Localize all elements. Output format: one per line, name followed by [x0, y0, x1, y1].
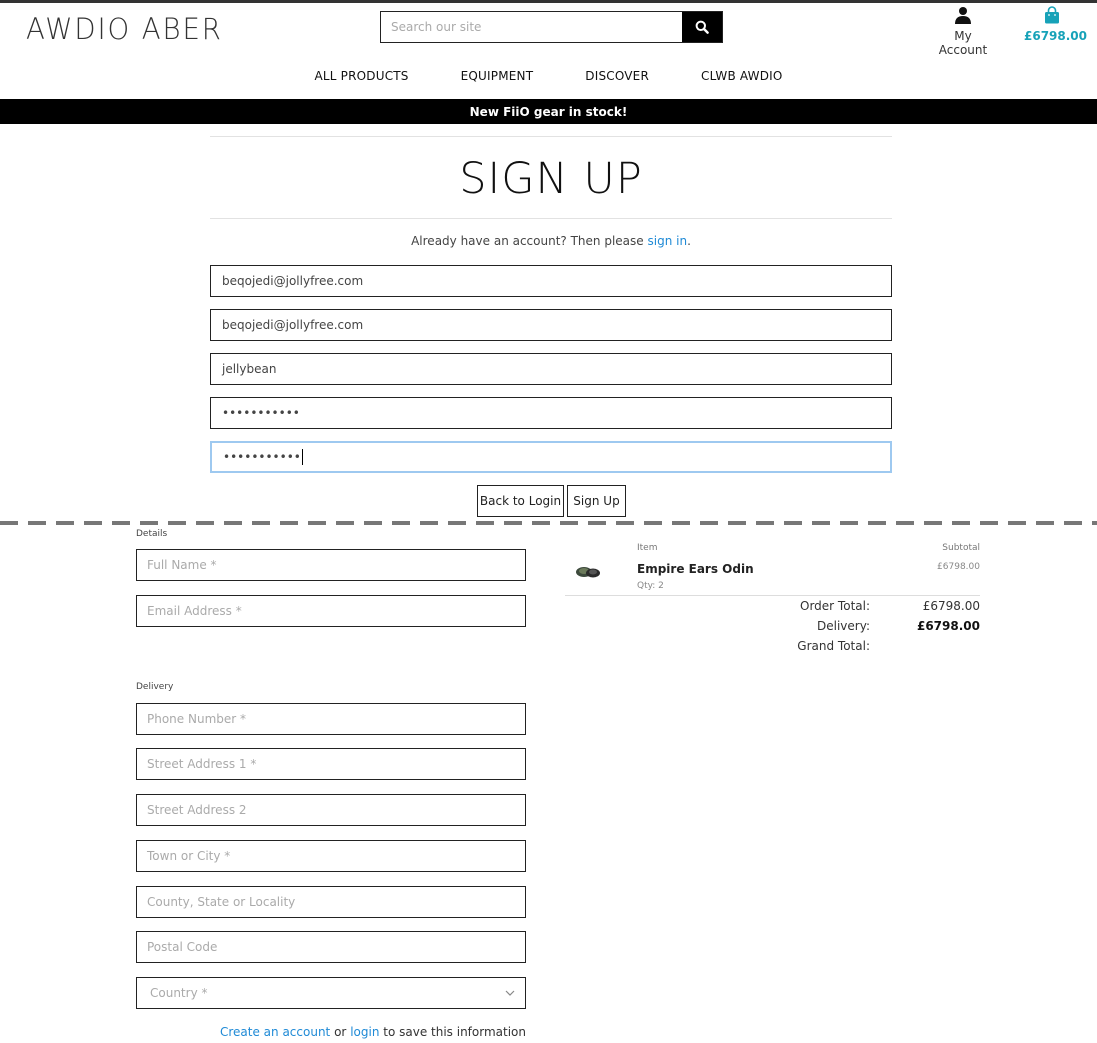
phone-number-field[interactable]: Phone Number *: [136, 703, 526, 735]
save-info-rest: to save this information: [383, 1025, 526, 1039]
username-field[interactable]: jellybean: [210, 353, 892, 385]
email-confirm-value: beqojedi@jollyfree.com: [222, 318, 364, 332]
county-placeholder: County, State or Locality: [147, 895, 296, 909]
sign-in-prompt: Already have an account? Then please sig…: [210, 234, 892, 248]
shopping-bag-link[interactable]: £6798.00: [1024, 6, 1088, 43]
email-value: beqojedi@jollyfree.com: [222, 274, 364, 288]
password-confirm-field[interactable]: •••••••••••: [210, 441, 892, 473]
item-column-header: Item: [637, 543, 658, 553]
sign-up-label: Sign Up: [573, 494, 620, 508]
subtotal-column-header: Subtotal: [942, 543, 980, 553]
save-info-or: or: [334, 1025, 347, 1039]
password-confirm-value: •••••••••••: [223, 450, 301, 464]
summary-divider: [565, 595, 980, 596]
nav-discover[interactable]: DISCOVER: [585, 69, 649, 83]
main-nav: ALL PRODUCTS EQUIPMENT DISCOVER CLWB AWD…: [0, 69, 1097, 83]
my-account-label: My Account: [938, 29, 988, 57]
promo-banner: New FiiO gear in stock!: [0, 99, 1097, 124]
top-border: [0, 0, 1097, 3]
email-field[interactable]: beqojedi@jollyfree.com: [210, 265, 892, 297]
sign-up-button[interactable]: Sign Up: [567, 485, 626, 517]
site-logo[interactable]: AWDIO ABER: [26, 12, 223, 46]
email-address-field[interactable]: Email Address *: [136, 595, 526, 627]
text-caret: [301, 449, 303, 465]
bag-total: £6798.00: [1024, 29, 1088, 43]
delivery-cost-label: Delivery:: [817, 619, 870, 633]
email-confirm-field[interactable]: beqojedi@jollyfree.com: [210, 309, 892, 341]
page-title: SIGN UP: [459, 154, 643, 204]
email-address-placeholder: Email Address *: [147, 604, 242, 618]
sign-in-prompt-text: Already have an account? Then please: [411, 234, 644, 248]
login-link[interactable]: login: [350, 1025, 379, 1039]
banner-text: New FiiO gear in stock!: [469, 104, 628, 119]
details-label: Details: [136, 529, 168, 539]
order-total-value: £6798.00: [922, 599, 980, 613]
create-account-link[interactable]: Create an account: [220, 1025, 330, 1039]
country-select[interactable]: Country *: [136, 977, 526, 1009]
product-quantity: Qty: 2: [637, 581, 664, 591]
country-placeholder: Country *: [150, 986, 208, 1000]
search-input[interactable]: [381, 12, 682, 42]
grand-total-label: Grand Total:: [797, 639, 870, 653]
nav-clwb-awdio[interactable]: CLWB AWDIO: [701, 69, 783, 83]
full-name-field[interactable]: Full Name *: [136, 549, 526, 581]
street-address-1-field[interactable]: Street Address 1 *: [136, 748, 526, 780]
postal-code-field[interactable]: Postal Code: [136, 931, 526, 963]
order-total-label: Order Total:: [800, 599, 870, 613]
delivery-label: Delivery: [136, 682, 174, 692]
section-divider: [0, 521, 1097, 525]
username-value: jellybean: [222, 362, 277, 376]
street-address-2-field[interactable]: Street Address 2: [136, 794, 526, 826]
street-address-1-placeholder: Street Address 1 *: [147, 757, 257, 771]
shopping-bag-icon: [1045, 6, 1059, 24]
user-icon: [955, 7, 971, 24]
my-account-link[interactable]: My Account: [930, 6, 996, 57]
title-divider-bottom: [210, 218, 892, 219]
title-divider-top: [210, 136, 892, 137]
county-field[interactable]: County, State or Locality: [136, 886, 526, 918]
chevron-down-icon: [505, 990, 515, 996]
town-city-placeholder: Town or City *: [147, 849, 231, 863]
product-thumbnail: [576, 567, 600, 578]
phone-number-placeholder: Phone Number *: [147, 712, 247, 726]
search-icon: [695, 20, 709, 34]
street-address-2-placeholder: Street Address 2: [147, 803, 247, 817]
product-name: Empire Ears Odin: [637, 562, 754, 576]
password-value: •••••••••••: [222, 406, 300, 420]
sign-in-link[interactable]: sign in: [648, 234, 688, 248]
nav-all-products[interactable]: ALL PRODUCTS: [314, 69, 408, 83]
sign-in-prompt-period: .: [687, 234, 691, 248]
back-to-login-button[interactable]: Back to Login: [477, 485, 564, 517]
town-city-field[interactable]: Town or City *: [136, 840, 526, 872]
delivery-cost-value: £6798.00: [916, 619, 980, 633]
search-button[interactable]: [682, 12, 722, 42]
full-name-placeholder: Full Name *: [147, 558, 217, 572]
postal-code-placeholder: Postal Code: [147, 940, 218, 954]
back-to-login-label: Back to Login: [479, 494, 562, 508]
save-info-text: Create an account or login to save this …: [220, 1025, 526, 1039]
product-subtotal: £6798.00: [937, 562, 980, 572]
nav-equipment[interactable]: EQUIPMENT: [461, 69, 534, 83]
search-form: [380, 11, 723, 43]
password-field[interactable]: •••••••••••: [210, 397, 892, 429]
